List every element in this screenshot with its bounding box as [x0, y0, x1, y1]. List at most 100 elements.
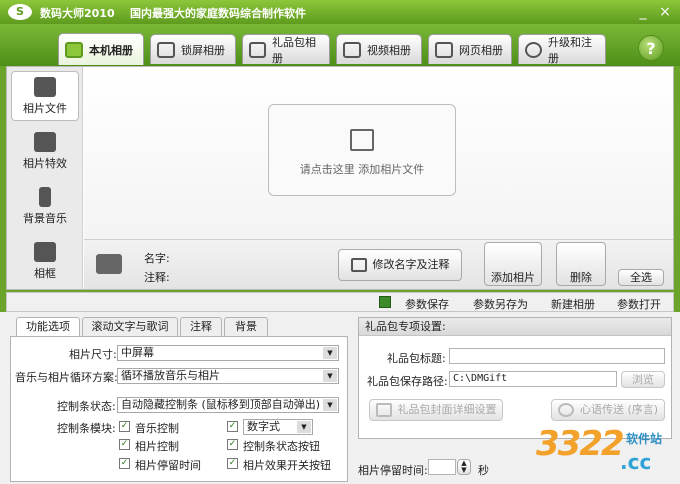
save-disk-icon [379, 296, 391, 308]
pause-time-checkbox[interactable]: ✓ [119, 458, 130, 469]
save-params-as-button[interactable]: 参数另存为 [473, 296, 528, 312]
bar-module-label: 控制条模块: [57, 422, 116, 435]
gift-settings-title: 礼品包专项设置: [359, 318, 671, 336]
tab-label: 视频相册 [367, 43, 411, 57]
close-button[interactable]: × [656, 3, 674, 21]
heart-message-button[interactable]: 心语传送 (序言) [551, 399, 665, 421]
site-watermark: 3322 软件站 .cc [530, 424, 680, 484]
minimize-button[interactable]: _ [634, 3, 652, 21]
dropdown-arrow-icon: ▼ [323, 347, 337, 359]
tab-local-album[interactable]: 本机相册 [58, 33, 144, 65]
music-control-label: 音乐控制 [135, 422, 179, 435]
photo-size-select[interactable]: 中屏幕 ▼ [117, 345, 339, 361]
loop-scheme-select[interactable]: 循环播放音乐与相片 ▼ [117, 368, 339, 384]
delete-button[interactable]: 删除 [556, 242, 606, 286]
sidebar-item-label: 相框 [34, 267, 56, 280]
monitor-icon [157, 41, 175, 58]
effects-icon [34, 132, 56, 152]
sidebar-item-background-music[interactable]: 背景音乐 [11, 182, 79, 232]
open-params-button[interactable]: 参数打开 [617, 296, 661, 312]
params-toolbar: 参数保存 参数另存为 新建相册 参数打开 [6, 292, 674, 312]
dropdown-arrow-icon: ▼ [297, 421, 311, 433]
edit-icon [350, 258, 367, 272]
add-photo-icon [350, 129, 374, 151]
tab-web-album[interactable]: 网页相册 [428, 34, 512, 64]
save-params-button[interactable]: 参数保存 [405, 296, 449, 312]
gift-icon [375, 403, 392, 417]
browse-button[interactable]: 浏览 [621, 371, 665, 388]
sidebar-item-photo-files[interactable]: 相片文件 [11, 71, 79, 121]
digital-checkbox[interactable]: ✓ [227, 421, 238, 432]
photo-list-area: 请点击这里 添加相片文件 [84, 67, 673, 239]
sidebar-item-label: 相片文件 [23, 102, 67, 115]
sidebar-item-label: 背景音乐 [23, 212, 67, 225]
camera-icon [96, 254, 122, 274]
tab-video-album[interactable]: 视频相册 [336, 34, 422, 64]
pause-time-input[interactable] [428, 459, 456, 475]
sidebar-item-label: 相片特效 [23, 157, 67, 170]
select-all-button[interactable]: 全选 [618, 269, 664, 286]
photo-control-checkbox[interactable]: ✓ [119, 439, 130, 450]
pause-time-spinner[interactable]: ▲ ▼ [457, 459, 471, 475]
frame-icon [34, 242, 56, 262]
add-photo-dropzone[interactable]: 请点击这里 添加相片文件 [268, 104, 456, 196]
watermark-domain: .cc [620, 450, 652, 474]
size-label: 相片尺寸: [69, 348, 117, 361]
dropdown-arrow-icon: ▼ [323, 399, 337, 411]
gift-name-label: 礼品包标题: [387, 352, 446, 365]
film-icon [343, 41, 361, 58]
gift-settings-panel: 礼品包专项设置: 礼品包标题: 礼品包保存路径: C:\DMGift 浏览 礼品… [358, 317, 672, 439]
tab-scroll-text-lyrics[interactable]: 滚动文字与歌词 [82, 317, 178, 336]
gift-cover-settings-button[interactable]: 礼品包封面详细设置 [369, 399, 503, 421]
digital-style-select[interactable]: 数字式 ▼ [243, 419, 313, 435]
help-button[interactable]: ? [638, 35, 664, 61]
tab-label: 礼品包相册 [271, 35, 316, 65]
dropzone-text: 请点击这里 添加相片文件 [299, 163, 425, 176]
function-options-panel: 相片尺寸: 中屏幕 ▼ 音乐与相片循环方案: 循环播放音乐与相片 ▼ 控制条状态: … [10, 336, 348, 482]
left-sidebar: 相片文件 相片特效 背景音乐 相框 [7, 67, 83, 289]
music-note-icon [39, 187, 51, 207]
tab-label: 锁屏相册 [181, 43, 225, 57]
gift-path-input[interactable]: C:\DMGift [449, 371, 617, 387]
edit-name-note-button[interactable]: 修改名字及注释 [338, 249, 462, 281]
bar-state-label: 控制条状态: [57, 400, 116, 413]
album-main-area: 相片文件 相片特效 背景音乐 相框 请点击这里 添加相片文件 名字: 注释: 修… [6, 66, 674, 290]
title-bar: S 数码大师2010 国内最强大的家庭数码综合制作软件 _ × [0, 0, 680, 24]
tab-lock-screen-album[interactable]: 锁屏相册 [150, 34, 236, 64]
app-subtitle: 国内最强大的家庭数码综合制作软件 [130, 7, 306, 20]
sidebar-item-photo-effects[interactable]: 相片特效 [11, 127, 79, 177]
effect-switch-label: 相片效果开关按钮 [243, 459, 331, 472]
tab-gift-album[interactable]: 礼品包相册 [242, 34, 330, 65]
tab-upgrade-register[interactable]: 升级和注册 [518, 34, 606, 65]
tab-label: 网页相册 [459, 43, 503, 57]
note-label: 注释: [144, 271, 170, 284]
app-title: 数码大师2010 [40, 7, 115, 20]
tab-label: 升级和注册 [547, 35, 592, 65]
control-bar-state-select[interactable]: 自动隐藏控制条 (鼠标移到顶部自动弹出) ▼ [117, 397, 339, 413]
bar-state-button-checkbox[interactable]: ✓ [227, 439, 238, 450]
globe-icon [525, 41, 542, 58]
music-control-checkbox[interactable]: ✓ [119, 421, 130, 432]
tab-background[interactable]: 背景 [224, 317, 268, 336]
gift-icon [249, 41, 266, 58]
photo-control-label: 相片控制 [135, 440, 179, 453]
tab-label: 本机相册 [89, 43, 133, 57]
app-logo-icon: S [8, 4, 32, 20]
tab-notes[interactable]: 注释 [180, 317, 222, 336]
heart-icon [557, 403, 574, 417]
dropdown-arrow-icon: ▼ [323, 370, 337, 382]
gift-title-input[interactable] [449, 348, 665, 364]
sidebar-item-frame[interactable]: 相框 [11, 237, 79, 287]
name-label: 名字: [144, 252, 170, 265]
add-photo-button[interactable]: 添加相片 [484, 242, 542, 286]
effect-switch-checkbox[interactable]: ✓ [227, 458, 238, 469]
gift-path-label: 礼品包保存路径: [367, 375, 448, 388]
new-album-button[interactable]: 新建相册 [551, 296, 595, 312]
tab-function-options[interactable]: 功能选项 [16, 317, 80, 337]
pause-time-setting-label: 相片停留时间: [358, 464, 428, 477]
photo-info-bar: 名字: 注释: 修改名字及注释 添加相片 删除 全选 [84, 239, 673, 289]
camera-icon [34, 77, 56, 97]
seconds-unit: 秒 [478, 464, 489, 477]
bar-state-button-label: 控制条状态按钮 [243, 440, 320, 453]
browser-icon [435, 41, 453, 58]
